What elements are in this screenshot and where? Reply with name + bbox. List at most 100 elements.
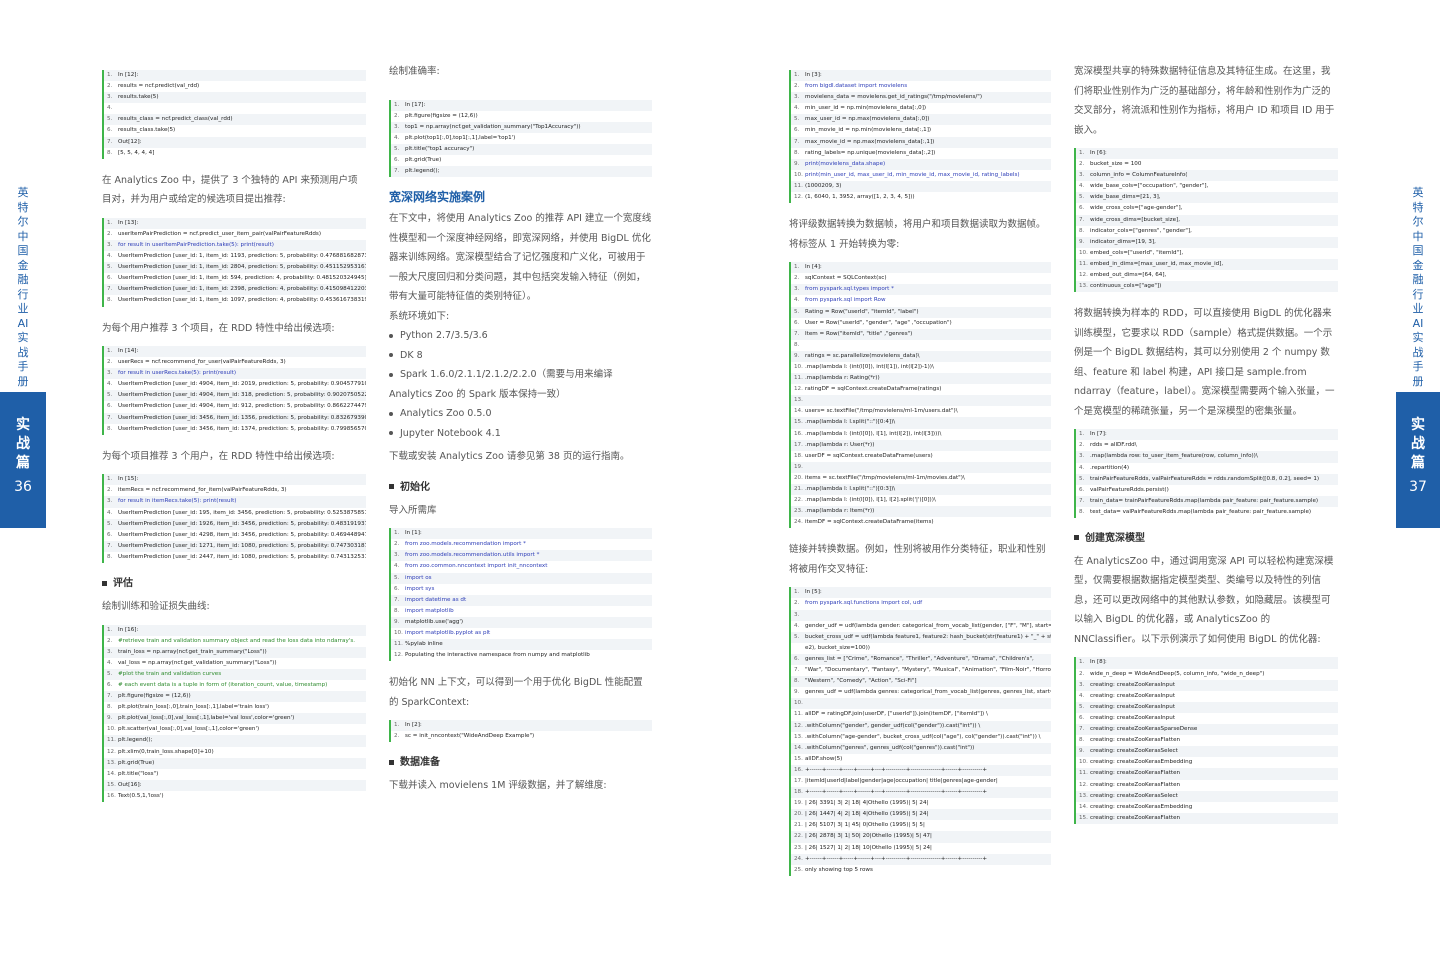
code-line: 2. #retrieve train and validation summary… <box>104 636 366 647</box>
code-text: results.take(5) <box>118 94 159 101</box>
code-line: 9. genres_udf = udf(lambda genres: catego… <box>791 687 1051 698</box>
line-number: 6. <box>394 156 400 163</box>
line-number: 1. <box>1079 659 1085 666</box>
code-line: 2. plt.figure(figsize = (12,6)) <box>391 111 652 122</box>
line-number: 4. <box>794 105 800 112</box>
code-line: 8. creating: createZooKerasFlatten <box>1076 735 1338 746</box>
code-line: 5. max_user_id = np.max(movielens_data[:,… <box>791 114 1051 126</box>
code-text: .map(lambda r: Item(*r)) <box>805 508 875 515</box>
code-line: 5. creating: createZooKerasInput <box>1076 701 1338 713</box>
code-line: 2. results = ncf.predict(val_rdd) <box>104 81 366 92</box>
line-number: 12. <box>794 194 803 201</box>
line-number: 16. <box>794 766 803 773</box>
code-text: In [6]: <box>1090 150 1107 156</box>
code-line: 6. User = Row("userId", "gender", "age" ,… <box>791 318 1051 329</box>
code-line: 6. valPairFeatureRdds.persist() <box>1076 485 1338 496</box>
heading-text: 初始化 <box>400 481 430 493</box>
code-text: userItemPairPrediction = ncf.predict_use… <box>118 230 322 237</box>
code-line: 21. | 26| 5107| 3| 1| 45| 0|Othello (1995… <box>791 820 1051 831</box>
code-line: 7. Out[12]: <box>104 136 366 148</box>
line-number: 7. <box>107 286 113 293</box>
code-line: 5. Rating = Row("userId", "itemId", "labe… <box>791 306 1051 318</box>
column-4: 宽深模型共享的特殊数据特征信息及其特征生成。在这里，我们将职业性别作为广泛的基础… <box>1074 62 1338 836</box>
code-text: Out[12]: <box>118 138 142 145</box>
line-number: 4. <box>107 509 113 516</box>
code-text: .withColumn("genres", genres_udf(col("ge… <box>805 744 975 751</box>
code-line: 10. print(min_user_id, max_user_id, min_m… <box>791 170 1051 181</box>
code-line: 8. UserItemPrediction [user_id: 2447, ite… <box>104 552 366 563</box>
code-text: plt.grid(True) <box>118 759 155 766</box>
code-line: 1. In [17]: <box>391 99 652 111</box>
heading-text: 创建宽深模型 <box>1085 532 1145 544</box>
heading-text: 数据准备 <box>400 757 440 769</box>
code-text: UserItemPrediction [user_id: 1, item_id:… <box>118 253 366 260</box>
line-number: 5. <box>107 520 113 527</box>
line-number: 12. <box>394 652 403 659</box>
line-number: 7. <box>794 138 800 145</box>
code-line: 23. | 26| 1527| 1| 2| 18| 10|Othello (199… <box>791 843 1051 854</box>
paragraph: 将数据转换为样本的 RDD，可以直接使用 BigDL 的优化器来训练模型，它要求… <box>1074 308 1335 417</box>
code-line: 14. users= sc.textFile("/tmp/movielens/ml… <box>791 406 1051 417</box>
code-text: UserItemPrediction [user_id: 2447, item_… <box>118 553 366 560</box>
code-text: +------+------+-----+------+---+--------… <box>805 766 988 773</box>
code-line: 8. UserItemPrediction [user_id: 3456, ite… <box>104 424 366 435</box>
line-number: 12. <box>1079 781 1088 788</box>
code-text: Rating = Row("userId", "itemId", "label"… <box>805 308 919 315</box>
line-number: 22. <box>794 497 803 504</box>
line-number: 21. <box>794 486 803 492</box>
line-number: 1. <box>107 626 113 633</box>
code-text: .map(lambda l: (int(l[0]), l[1], l[2].sp… <box>805 497 936 504</box>
code-line: 8. import matplotlib <box>391 606 652 617</box>
code-line: 12. embed_out_dims=[64, 64], <box>1076 270 1338 281</box>
code-text: results_class = ncf.predict_class(val_rd… <box>118 116 233 123</box>
vertical-char: 业 <box>1412 302 1424 315</box>
chapter-tab-label: 实战篇 <box>1396 392 1440 473</box>
code-text: .map(lambda l: (int(l[0]), l[1], int(l[2… <box>805 430 942 437</box>
code-text: from zoo.common.nncontext import init_nn… <box>405 563 548 570</box>
code-text: In [15]: <box>118 476 139 483</box>
code-line: 11. %pylab inline <box>391 639 652 651</box>
vertical-char: 国 <box>17 244 29 257</box>
code-text: sqlContext = SQLContext(sc) <box>805 275 887 282</box>
paragraph: 下载或安装 Analytics Zoo 请参见第 38 页的运行指南。 <box>389 451 630 463</box>
code-line: 11. (1000209, 3) <box>791 180 1051 193</box>
code-line: 2. itemRecs = ncf.recommend_for_item(valP… <box>104 485 366 496</box>
line-number: 13. <box>794 733 803 740</box>
line-number: 22. <box>794 833 803 840</box>
code-line: 9. print(movielens_data.shape) <box>791 158 1051 170</box>
bullet-square-icon <box>389 484 394 490</box>
code-line: 2. userRecs = ncf.recommend_for_user(valP… <box>104 357 366 368</box>
line-number: 2. <box>394 541 400 548</box>
code-text: from zoo.models.recommendation import * <box>405 541 526 548</box>
code-line: 18. +------+------+-----+------+---+-----… <box>791 787 1051 799</box>
code-line: 1. In [1]: <box>391 528 652 540</box>
line-number: 4. <box>107 659 113 666</box>
code-text: In [4]: <box>805 264 822 271</box>
code-line: 13. .withColumn("age-gender", bucket_cro… <box>791 732 1051 743</box>
code-line: 4. creating: createZooKerasInput <box>1076 691 1338 702</box>
code-text: creating: createZooKerasFlatten <box>1090 770 1181 777</box>
code-line: 13. plt.grid(True) <box>104 757 366 769</box>
code-line: 1. In [3]: <box>791 70 1051 82</box>
code-text: User = Row("userId", "gender", "age" ,"o… <box>805 319 952 326</box>
section-title-case: 宽深网络实施案例 <box>389 190 486 205</box>
code-line: 11. embed_in_dims=[max_user_id, max_movi… <box>1076 258 1338 271</box>
code-line: 7. Item = Row("itemId", "title" ,"genres"… <box>791 328 1051 340</box>
column-3: 1. In [3]: 2. from bigdl.dataset import mov… <box>789 62 1051 888</box>
line-number: 3. <box>794 611 800 618</box>
code-text: rdds = allDF.rdd\ <box>1090 442 1137 449</box>
code-line: 4. gender_udf = udf(lambda gender: catego… <box>791 621 1051 632</box>
code-line: 24. +------+------+-----+------+---+-----… <box>791 853 1051 865</box>
code-line: 17. |itemId|userId|label|gender|age|occup… <box>791 776 1051 787</box>
line-number: 19. <box>794 463 803 470</box>
vertical-char: 战 <box>16 436 30 452</box>
code-line: 3. movielens_data = movielens.get_id_rati… <box>791 92 1051 104</box>
line-number: 7. <box>794 330 800 337</box>
code-line: 2. from pyspark.sql.functions import col,… <box>791 598 1051 609</box>
line-number: 7. <box>1079 726 1085 733</box>
line-number: 8. <box>1079 737 1085 744</box>
line-number: 18. <box>794 452 803 459</box>
code-text: genres_udf = udf(lambda genres: categori… <box>805 689 1051 696</box>
vertical-char: 融 <box>17 273 29 286</box>
code-line: 17. .map(lambda r: User(*r)) <box>791 439 1051 451</box>
